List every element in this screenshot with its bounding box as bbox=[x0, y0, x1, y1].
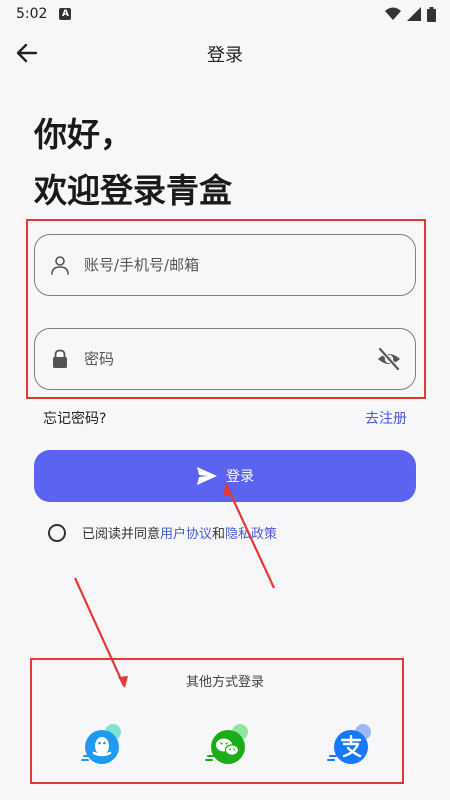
other-login-title: 其他方式登录 bbox=[185, 675, 264, 690]
agreement-row: 已阅读并同意 用户协议 和 隐私政策 bbox=[48, 523, 277, 542]
notification-badge: A bbox=[59, 8, 72, 20]
account-input[interactable] bbox=[84, 256, 415, 274]
user-agreement-link[interactable]: 用户协议 bbox=[160, 523, 212, 542]
forgot-password-link[interactable]: 忘记密码? bbox=[43, 408, 106, 428]
login-button[interactable]: 登录 bbox=[34, 450, 416, 502]
status-bar: 5:02 A bbox=[0, 0, 450, 28]
user-icon bbox=[51, 256, 69, 275]
visibility-off-icon[interactable] bbox=[376, 346, 402, 372]
agreement-and: 和 bbox=[212, 527, 226, 542]
agreement-radio[interactable] bbox=[48, 523, 66, 542]
status-time: 5:02 bbox=[16, 6, 48, 22]
battery-icon bbox=[427, 6, 436, 22]
password-field[interactable] bbox=[34, 328, 416, 390]
signal-icon bbox=[407, 7, 421, 21]
password-input[interactable] bbox=[84, 350, 376, 368]
alipay-icon bbox=[327, 724, 371, 764]
greeting-line-1: 你好， bbox=[34, 115, 133, 154]
wechat-icon bbox=[205, 724, 248, 764]
send-icon bbox=[197, 467, 217, 485]
page-title: 登录 bbox=[207, 45, 243, 66]
alipay-login-button[interactable] bbox=[327, 722, 375, 768]
greeting: 你好， 欢迎登录青盒 bbox=[34, 107, 232, 219]
register-link[interactable]: 去注册 bbox=[365, 408, 407, 428]
wechat-login-button[interactable] bbox=[204, 722, 252, 768]
status-icons bbox=[385, 6, 436, 22]
qq-icon bbox=[81, 724, 121, 764]
wifi-icon bbox=[385, 7, 401, 20]
qq-login-button[interactable] bbox=[78, 722, 126, 768]
agreement-prefix: 已阅读并同意 bbox=[82, 527, 161, 542]
privacy-policy-link[interactable]: 隐私政策 bbox=[225, 523, 277, 542]
greeting-line-2: 欢迎登录青盒 bbox=[34, 171, 232, 210]
app-bar: 登录 bbox=[0, 28, 450, 78]
lock-icon bbox=[53, 349, 67, 368]
login-button-label: 登录 bbox=[226, 469, 254, 485]
account-field[interactable] bbox=[34, 234, 416, 296]
